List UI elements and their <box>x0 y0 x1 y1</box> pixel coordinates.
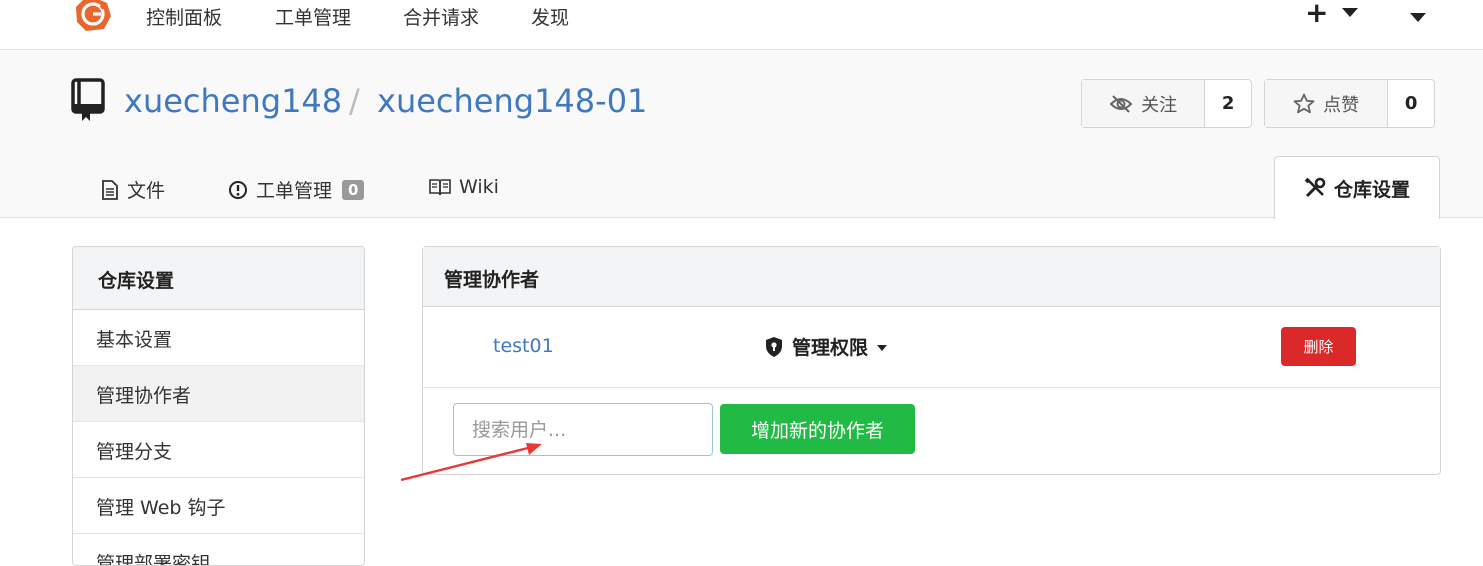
star-button[interactable]: 点赞 <box>1265 80 1389 127</box>
watch-label: 关注 <box>1141 94 1178 116</box>
create-dropdown-caret-icon[interactable] <box>1342 8 1358 17</box>
repo-owner-link[interactable]: xuecheng148 <box>124 82 342 120</box>
issues-count-badge: 0 <box>342 179 365 200</box>
tab-files-label: 文件 <box>127 180 166 202</box>
star-count[interactable]: 0 <box>1388 80 1434 127</box>
tab-settings[interactable]: 仓库设置 <box>1274 156 1440 219</box>
annotation-arrow-icon <box>400 443 542 482</box>
sidebar-title: 仓库设置 <box>73 247 364 310</box>
user-menu-caret-icon[interactable] <box>1410 13 1426 22</box>
settings-sidebar: 仓库设置 基本设置 管理协作者 管理分支 管理 Web 钩子 管理部署密钥 <box>72 246 365 566</box>
sidebar-item-branches[interactable]: 管理分支 <box>73 422 364 478</box>
nav-explore[interactable]: 发现 <box>531 3 569 30</box>
repo-name-link[interactable]: xuecheng148-01 <box>377 82 647 120</box>
tab-wiki-label: Wiki <box>459 176 499 198</box>
eye-slash-icon <box>1109 94 1133 113</box>
nav-issues[interactable]: 工单管理 <box>275 3 351 30</box>
star-label: 点赞 <box>1323 94 1360 116</box>
nav-pull-requests[interactable]: 合并请求 <box>403 3 479 30</box>
tab-files[interactable]: 文件 <box>101 176 165 203</box>
panel-title: 管理协作者 <box>423 247 1440 307</box>
watch-button[interactable]: 关注 <box>1082 80 1206 127</box>
add-collaborator-button[interactable]: 增加新的协作者 <box>720 404 915 454</box>
tab-wiki[interactable]: Wiki <box>429 176 499 198</box>
repo-path-separator: / <box>349 82 360 120</box>
sidebar-item-deploy-keys[interactable]: 管理部署密钥 <box>73 534 364 565</box>
sidebar-item-options[interactable]: 基本设置 <box>73 310 364 366</box>
delete-collaborator-button[interactable]: 删除 <box>1281 327 1356 366</box>
permission-label: 管理权限 <box>792 337 869 359</box>
create-plus-icon[interactable]: + <box>1305 0 1328 29</box>
star-button-group: 点赞 0 <box>1264 79 1435 128</box>
tools-icon <box>1304 177 1326 198</box>
sidebar-item-webhooks[interactable]: 管理 Web 钩子 <box>73 478 364 534</box>
collaborator-name-link[interactable]: test01 <box>493 335 554 357</box>
gogs-logo-icon[interactable] <box>74 0 112 32</box>
top-navbar: 控制面板 工单管理 合并请求 发现 + <box>0 0 1483 50</box>
file-icon <box>102 179 118 200</box>
collaborator-row: test01 管理权限 删除 <box>423 307 1440 388</box>
book-open-icon <box>429 179 451 196</box>
tab-issues[interactable]: 工单管理 0 <box>228 176 365 203</box>
repo-book-icon <box>71 78 105 121</box>
sidebar-item-collaborators[interactable]: 管理协作者 <box>73 366 364 422</box>
watch-button-group: 关注 2 <box>1081 79 1252 128</box>
star-icon <box>1293 93 1315 114</box>
repo-header: xuecheng148 / xuecheng148-01 关注 2 点赞 0 文… <box>0 51 1483 219</box>
nav-dashboard[interactable]: 控制面板 <box>146 3 222 30</box>
tab-settings-label: 仓库设置 <box>1333 178 1410 201</box>
tab-issues-label: 工单管理 <box>256 180 333 202</box>
issue-opened-icon <box>229 180 247 199</box>
permission-dropdown[interactable]: 管理权限 <box>764 333 888 360</box>
caret-down-icon <box>877 344 888 351</box>
shield-lock-icon <box>766 336 782 357</box>
watch-count[interactable]: 2 <box>1205 80 1251 127</box>
